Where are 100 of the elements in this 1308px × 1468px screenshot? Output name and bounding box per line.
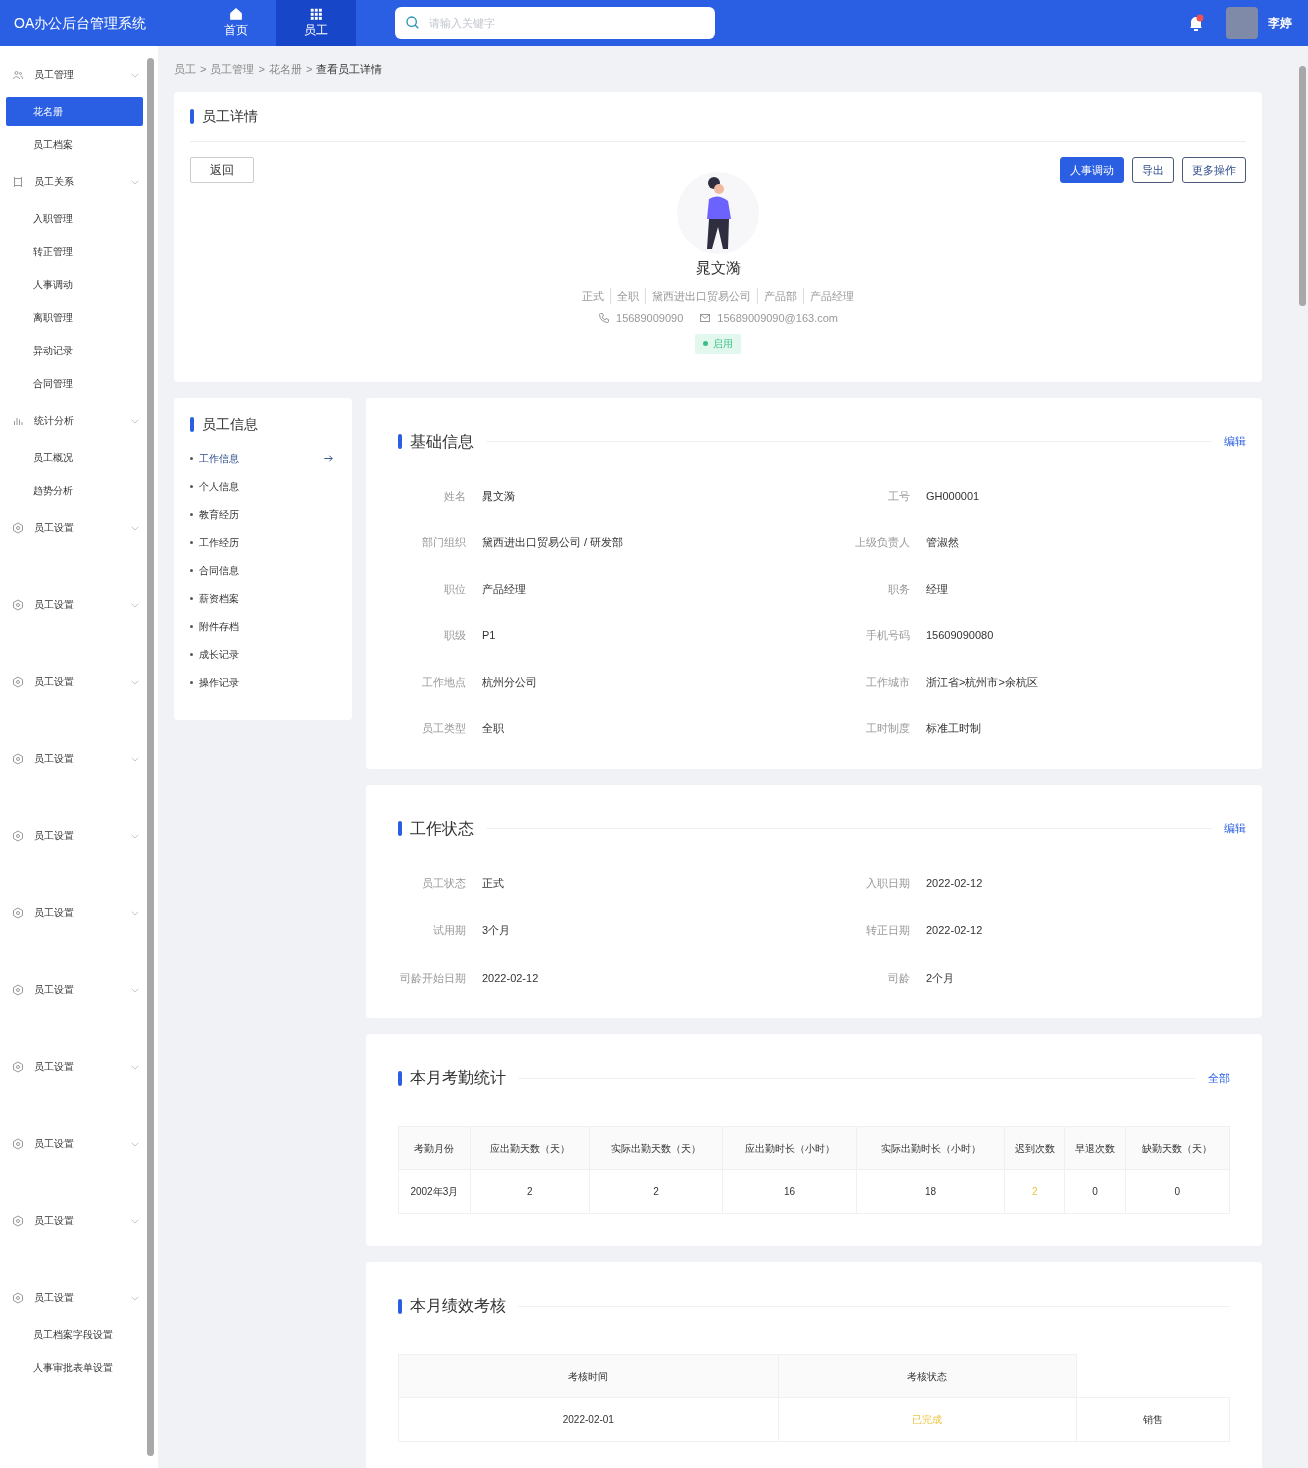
field-label: 转正日期 (865, 923, 911, 938)
field-value: 正式 (482, 875, 504, 891)
info-nav-item[interactable]: 操作记录 (190, 674, 334, 690)
edit-link[interactable]: 全部 (1208, 1069, 1230, 1087)
action-button[interactable]: 人事调动 (1060, 157, 1124, 183)
grid-icon (309, 7, 323, 21)
section-title: 本月绩效考核 (410, 1296, 506, 1316)
app-title: OA办公后台管理系统 (13, 13, 148, 33)
sidebar-group[interactable]: 员工关系 (0, 163, 158, 200)
sidebar-item[interactable]: 合同管理 (6, 369, 143, 398)
sidebar-group[interactable]: 员工设置 (0, 1125, 158, 1162)
field-label: 部门组织 (421, 535, 467, 550)
title-accent (398, 434, 402, 449)
settings-icon (12, 1137, 24, 1150)
field-value: 晁文漪 (482, 488, 515, 504)
nav-tab[interactable]: 首页 (196, 0, 276, 46)
settings-icon (12, 675, 24, 688)
sidebar-item[interactable]: 员工档案字段设置 (6, 1320, 143, 1349)
sidebar-item[interactable]: 人事调动 (6, 270, 143, 299)
table-cell: 销售 (1076, 1397, 1230, 1442)
sidebar-item[interactable]: 员工概况 (6, 443, 143, 472)
column-header: 应出勤时长（小时） (722, 1126, 857, 1170)
section-title: 员工详情 (202, 107, 258, 126)
field-value: 15609090080 (926, 628, 994, 643)
table-cell: 0 (1125, 1169, 1230, 1214)
field-value: 浙江省>杭州市>余杭区 (926, 674, 1038, 690)
column-header: 实际出勤时长（小时） (856, 1126, 1005, 1170)
edit-link[interactable]: 编辑 (1224, 820, 1246, 837)
field-label: 司龄 (887, 970, 911, 986)
sidebar-group[interactable]: 员工设置 (0, 817, 158, 854)
sidebar-item[interactable]: 员工档案 (6, 130, 143, 159)
back-button[interactable]: 返回 (190, 157, 254, 183)
settings-icon (12, 752, 24, 765)
table-cell: 已完成 (778, 1397, 1077, 1442)
sidebar-group[interactable]: 统计分析 (0, 402, 158, 439)
action-button[interactable]: 导出 (1132, 157, 1174, 183)
field-value: 2个月 (926, 970, 955, 986)
table-cell: 16 (722, 1169, 857, 1214)
field-value: 2022-02-12 (926, 875, 983, 891)
column-header: 实际出勤天数（天） (589, 1126, 723, 1170)
sidebar-group[interactable]: 员工设置 (0, 894, 158, 931)
sidebar-group[interactable]: 员工设置 (0, 1279, 158, 1316)
field-value: 管淑然 (926, 535, 959, 550)
avatar-photo-placeholder[interactable] (1226, 7, 1258, 39)
info-nav-item[interactable]: 成长记录 (190, 646, 334, 662)
sidebar-group[interactable]: 员工设置 (0, 740, 158, 777)
section-title: 本月考勤统计 (410, 1068, 506, 1088)
phone-number: 15689009090 (616, 311, 684, 326)
sidebar-item[interactable]: 离职管理 (6, 303, 143, 332)
sidebar-group[interactable]: 员工设置 (0, 1048, 158, 1085)
sidebar-group[interactable]: 员工设置 (0, 1202, 158, 1239)
sidebar-item[interactable]: 转正管理 (6, 237, 143, 266)
sidebar-item[interactable]: 人事审批表单设置 (6, 1353, 143, 1382)
sidebar-group[interactable]: 员工管理 (0, 56, 158, 93)
mail-icon (699, 312, 712, 325)
info-nav-item[interactable]: 附件存档 (190, 618, 334, 634)
profile-tag: 正式 (576, 287, 610, 304)
profile-tag: 全职 (610, 287, 645, 304)
info-nav-item[interactable]: 工作信息 (190, 450, 334, 466)
nav-tab[interactable]: 员工 (276, 0, 356, 46)
home-icon (229, 7, 243, 21)
action-button[interactable]: 更多操作 (1182, 157, 1246, 183)
field-value: 经理 (926, 581, 948, 597)
sidebar-item[interactable]: 趋势分析 (6, 476, 143, 505)
field-label: 职位 (443, 581, 467, 597)
email-address: 15689009090@163.com (717, 311, 838, 326)
field-label: 员工类型 (421, 721, 467, 736)
user-name[interactable]: 李婷 (1268, 14, 1292, 32)
title-accent (190, 416, 194, 432)
field-label: 姓名 (443, 488, 467, 504)
sidebar-group[interactable]: 员工设置 (0, 586, 158, 623)
breadcrumb-item: 查看员工详情 (316, 61, 383, 77)
info-nav-item[interactable]: 个人信息 (190, 478, 334, 494)
status-label: 启用 (713, 337, 733, 351)
scrollbar[interactable] (1299, 66, 1306, 306)
scrollbar[interactable] (147, 58, 154, 1456)
sidebar-group[interactable]: 员工设置 (0, 971, 158, 1008)
employee-name: 晁文漪 (695, 258, 741, 278)
column-header: 应出勤天数（天） (470, 1126, 590, 1170)
profile-tag: 产品经理 (803, 287, 860, 304)
sidebar-item[interactable]: 异动记录 (6, 336, 143, 365)
column-header: 迟到次数 (1004, 1126, 1065, 1170)
info-nav-item[interactable]: 工作经历 (190, 534, 334, 550)
field-label: 工作城市 (865, 674, 911, 690)
notification-bell-icon[interactable] (1188, 14, 1204, 32)
sidebar-group[interactable]: 员工设置 (0, 663, 158, 700)
info-nav-item[interactable]: 薪资档案 (190, 590, 334, 606)
breadcrumb-separator: > (200, 61, 207, 77)
field-value: P1 (482, 628, 496, 643)
sidebar-group[interactable]: 员工设置 (0, 509, 158, 546)
frame-icon (12, 175, 24, 188)
title-accent (398, 1298, 402, 1314)
sidebar-item[interactable]: 花名册 (6, 97, 143, 126)
sidebar-item[interactable]: 入职管理 (6, 204, 143, 233)
section-title: 员工信息 (202, 414, 258, 434)
info-nav-item[interactable]: 合同信息 (190, 562, 334, 578)
column-header: 考核时间 (398, 1354, 779, 1398)
edit-link[interactable]: 编辑 (1224, 433, 1246, 450)
title-accent (190, 109, 194, 124)
info-nav-item[interactable]: 教育经历 (190, 506, 334, 522)
